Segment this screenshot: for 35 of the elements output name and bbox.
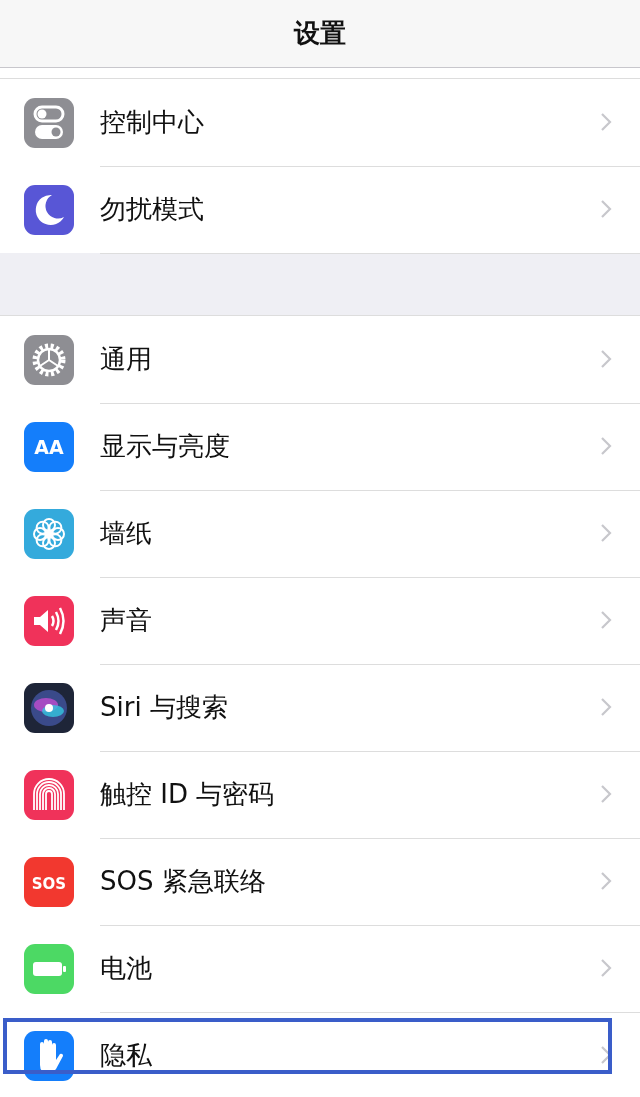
settings-row[interactable]: SOS SOS 紧急联络 bbox=[0, 838, 640, 925]
row-label: 通用 bbox=[100, 342, 153, 376]
nav-title: 设置 bbox=[294, 17, 346, 50]
row-label: 隐私 bbox=[100, 1038, 153, 1072]
chevron-icon bbox=[600, 199, 612, 219]
settings-row[interactable]: Siri 与搜索 bbox=[0, 664, 640, 751]
row-label: 声音 bbox=[100, 603, 153, 637]
settings-row[interactable]: 隐私 bbox=[0, 1012, 640, 1097]
settings-row[interactable]: 控制中心 bbox=[0, 79, 640, 166]
row-label: 控制中心 bbox=[100, 105, 205, 139]
text-icon: SOS bbox=[24, 856, 74, 907]
row-label: SOS 紧急联络 bbox=[100, 864, 267, 898]
settings-row[interactable]: AA 显示与亮度 bbox=[0, 403, 640, 490]
row-label: 触控 ID 与密码 bbox=[100, 777, 276, 811]
row-label: 勿扰模式 bbox=[100, 192, 205, 226]
settings-row[interactable]: 触控 ID 与密码 bbox=[0, 751, 640, 838]
chevron-icon bbox=[600, 349, 612, 369]
row-label: 电池 bbox=[100, 951, 153, 985]
settings-row[interactable]: 电池 bbox=[0, 925, 640, 1012]
chevron-icon bbox=[600, 112, 612, 132]
chevron-icon bbox=[600, 610, 612, 630]
row-label: 墙纸 bbox=[100, 516, 153, 550]
chevron-icon bbox=[600, 958, 612, 978]
row-label: Siri 与搜索 bbox=[100, 690, 229, 724]
row-label: 显示与亮度 bbox=[100, 429, 231, 463]
chevron-icon bbox=[600, 784, 612, 804]
settings-row[interactable]: 声音 bbox=[0, 577, 640, 664]
text-icon: AA bbox=[24, 421, 74, 472]
chevron-icon bbox=[600, 436, 612, 456]
chevron-icon bbox=[600, 697, 612, 717]
settings-row[interactable]: 勿扰模式 bbox=[0, 166, 640, 253]
settings-row[interactable]: 墙纸 bbox=[0, 490, 640, 577]
chevron-icon bbox=[600, 871, 612, 891]
settings-row[interactable]: 通用 bbox=[0, 316, 640, 403]
chevron-icon bbox=[600, 523, 612, 543]
